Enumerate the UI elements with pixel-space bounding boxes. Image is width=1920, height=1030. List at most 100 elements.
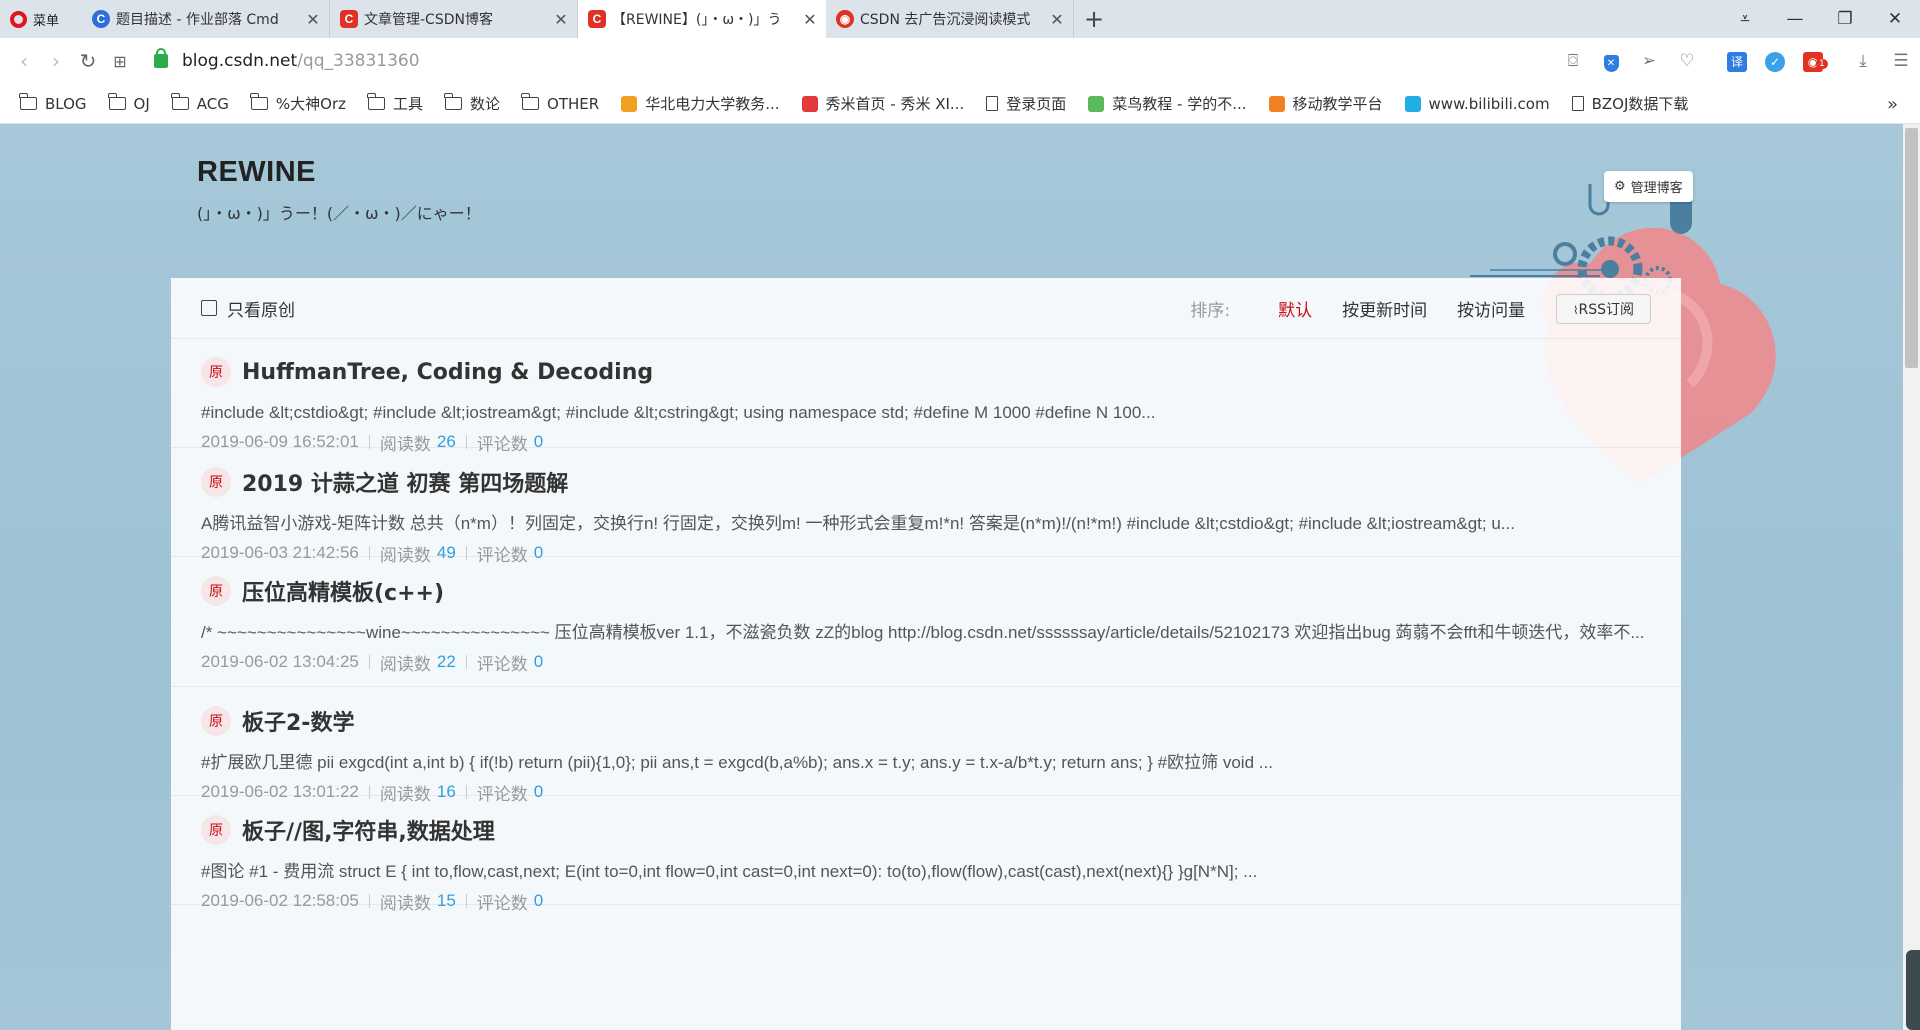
only-original-checkbox[interactable]: [201, 300, 217, 316]
bookmark-item[interactable]: 移动教学平台: [1268, 93, 1383, 114]
forward-button[interactable]: ›: [40, 49, 72, 73]
reload-button[interactable]: ↻: [72, 49, 104, 73]
opera-logo-icon: [10, 10, 27, 28]
blog-subtitle: (」・ω・)」うー！(／・ω・)／にゃー！: [197, 204, 481, 223]
article-date: 2019-06-02 13:04:25: [201, 652, 359, 671]
folder-icon: [250, 93, 268, 110]
sort-by-updated[interactable]: 按更新时间: [1342, 296, 1427, 321]
minimize-button[interactable]: —: [1770, 0, 1820, 38]
url-host: blog.csdn.net: [182, 51, 298, 71]
bookmark-item[interactable]: 菜鸟教程 - 学的不...: [1088, 93, 1247, 114]
tab-menu-icon[interactable]: ⩡: [1720, 0, 1770, 38]
bookmarks-bar: BLOG OJ ACG %大神Orz 工具 数论 OTHER 华北电力大学教务... 秀米首页 …: [0, 84, 1920, 124]
site-favicon-icon: [1268, 95, 1285, 112]
tool-icon[interactable]: ✓: [1756, 51, 1794, 72]
notification-count: 1: [1816, 58, 1828, 69]
meta-divider: [465, 655, 467, 669]
article-title-link[interactable]: 压位高精模板(c++): [242, 575, 444, 607]
sort-by-views[interactable]: 按访问量: [1457, 296, 1525, 321]
bookmark-label: BZOJ数据下载: [1591, 95, 1689, 113]
bookmark-item[interactable]: www.bilibili.com: [1404, 95, 1550, 113]
close-tab-icon[interactable]: ✕: [802, 10, 818, 29]
browser-tab[interactable]: ◉ CSDN 去广告沉浸阅读模式 ✕: [826, 0, 1074, 38]
views-label: 阅读数: [379, 654, 431, 674]
views-count: 15: [436, 891, 456, 910]
meta-divider: [368, 435, 370, 449]
close-window-button[interactable]: ✕: [1870, 0, 1920, 38]
bookmark-item[interactable]: 登录页面: [986, 93, 1066, 114]
window-controls: ⩡ — ❐ ✕: [1720, 0, 1920, 38]
folder-icon: [367, 93, 385, 110]
meta-divider: [368, 894, 370, 908]
folder-icon: [171, 93, 189, 110]
shield-icon[interactable]: ✕: [1592, 51, 1630, 72]
speed-dial-icon[interactable]: ⊞: [104, 52, 136, 71]
bookmark-item[interactable]: BZOJ数据下载: [1571, 93, 1689, 114]
restore-button[interactable]: ❐: [1820, 0, 1870, 38]
scrollbar-thumb[interactable]: [1905, 128, 1918, 368]
menu-label: 菜单: [33, 13, 60, 29]
manage-blog-button[interactable]: ⚙ 管理博客: [1604, 171, 1693, 202]
opera-menu-button[interactable]: 菜单: [0, 0, 82, 38]
article-item: 原压位高精模板(c++) /* ~~~~~~~~~~~~~~~wine~~~~~~…: [171, 557, 1681, 687]
browser-tab[interactable]: C 题目描述 - 作业部落 Cmd ✕: [82, 0, 330, 38]
close-tab-icon[interactable]: ✕: [553, 10, 569, 29]
article-excerpt[interactable]: #扩展欧几里德 pii exgcd(int a,int b) { if(!b) …: [201, 749, 1651, 776]
site-favicon-icon: [801, 95, 818, 112]
browser-tab[interactable]: C 文章管理-CSDN博客 ✕: [330, 0, 578, 38]
article-meta: 2019-06-02 13:04:25 阅读数 22 评论数 0: [201, 649, 1651, 675]
rss-subscribe-button[interactable]: ⌇RSS订阅: [1556, 293, 1651, 324]
url-field[interactable]: blog.csdn.net/qq_33831360: [182, 51, 420, 71]
bookmark-item[interactable]: 华北电力大学教务...: [621, 93, 780, 114]
folder-icon: [19, 93, 37, 110]
bookmark-item[interactable]: %大神Orz: [250, 93, 346, 114]
send-icon[interactable]: ➢: [1630, 51, 1668, 71]
comments-count: 0: [533, 652, 544, 671]
original-badge: 原: [201, 576, 231, 606]
bookmark-label: 秀米首页 - 秀米 XI...: [825, 95, 965, 113]
snapshot-icon[interactable]: ⌼: [1554, 51, 1592, 71]
secure-lock-icon[interactable]: [154, 48, 168, 68]
tab-strip: 菜单 C 题目描述 - 作业部落 Cmd ✕ C 文章管理-CSDN博客 ✕ C 【REWIN…: [0, 0, 1920, 38]
only-original-label[interactable]: 只看原创: [227, 296, 295, 321]
close-tab-icon[interactable]: ✕: [305, 10, 321, 29]
article-excerpt[interactable]: #include &lt;cstdio&gt; #include &lt;ios…: [201, 399, 1651, 426]
blog-title[interactable]: REWINE: [197, 156, 316, 189]
sidebar-grip[interactable]: [1906, 950, 1920, 1030]
article-title-link[interactable]: 板子//图,字符串,数据处理: [242, 814, 495, 846]
bookmark-item[interactable]: ACG: [171, 93, 229, 113]
article-excerpt[interactable]: #图论 #1 - 费用流 struct E { int to,flow,cast…: [201, 858, 1651, 885]
article-list: 只看原创 排序: 默认 按更新时间 按访问量 ⌇RSS订阅 原 HuffmanTr…: [171, 278, 1681, 1030]
article-item: 原 2019 计蒜之道 初赛 第四场题解 A腾讯益智小游戏-矩阵计数 总共（n*m）…: [171, 448, 1681, 565]
close-tab-icon[interactable]: ✕: [1049, 10, 1065, 29]
bookmark-item[interactable]: OTHER: [521, 93, 599, 113]
article-title-link[interactable]: 2019 计蒜之道 初赛 第四场题解: [242, 466, 568, 498]
article-title-link[interactable]: HuffmanTree, Coding & Decoding: [242, 360, 653, 385]
extension-icon[interactable]: ◉ 1: [1794, 51, 1832, 72]
article-excerpt[interactable]: A腾讯益智小游戏-矩阵计数 总共（n*m）！列固定，交换行n! 行固定，交换列m…: [201, 510, 1651, 537]
bookmarks-overflow-icon[interactable]: »: [1887, 94, 1898, 115]
bookmark-item[interactable]: BLOG: [19, 93, 87, 113]
bookmark-item[interactable]: 工具: [367, 93, 423, 114]
original-badge: 原: [201, 815, 231, 845]
browser-tab[interactable]: C 【REWINE】(」・ω・)」う ✕: [578, 0, 826, 38]
article-excerpt[interactable]: /* ~~~~~~~~~~~~~~~wine~~~~~~~~~~~~~~~ 压位…: [201, 619, 1651, 646]
sort-default[interactable]: 默认: [1278, 296, 1312, 321]
page-icon: [986, 96, 999, 111]
filter-bar: 只看原创 排序: 默认 按更新时间 按访问量 ⌇RSS订阅: [171, 278, 1681, 339]
bookmark-item[interactable]: OJ: [107, 93, 150, 113]
bookmark-item[interactable]: 秀米首页 - 秀米 XI...: [801, 93, 965, 114]
bookmark-label: 华北电力大学教务...: [645, 95, 780, 113]
translate-icon[interactable]: 译: [1718, 51, 1756, 72]
heart-icon[interactable]: ♡: [1668, 51, 1706, 71]
page-icon: [1571, 96, 1584, 111]
download-icon[interactable]: ⤓: [1844, 51, 1882, 71]
back-button[interactable]: ‹: [8, 49, 40, 73]
tab-favicon-icon: ◉: [836, 10, 854, 28]
bookmark-item[interactable]: 数论: [444, 93, 500, 114]
new-tab-button[interactable]: +: [1074, 0, 1114, 38]
article-date: 2019-06-02 12:58:05: [201, 891, 359, 910]
tab-title: 文章管理-CSDN博客: [364, 12, 493, 28]
easy-setup-icon[interactable]: ☰: [1882, 51, 1920, 71]
article-title-link[interactable]: 板子2-数学: [242, 705, 354, 737]
